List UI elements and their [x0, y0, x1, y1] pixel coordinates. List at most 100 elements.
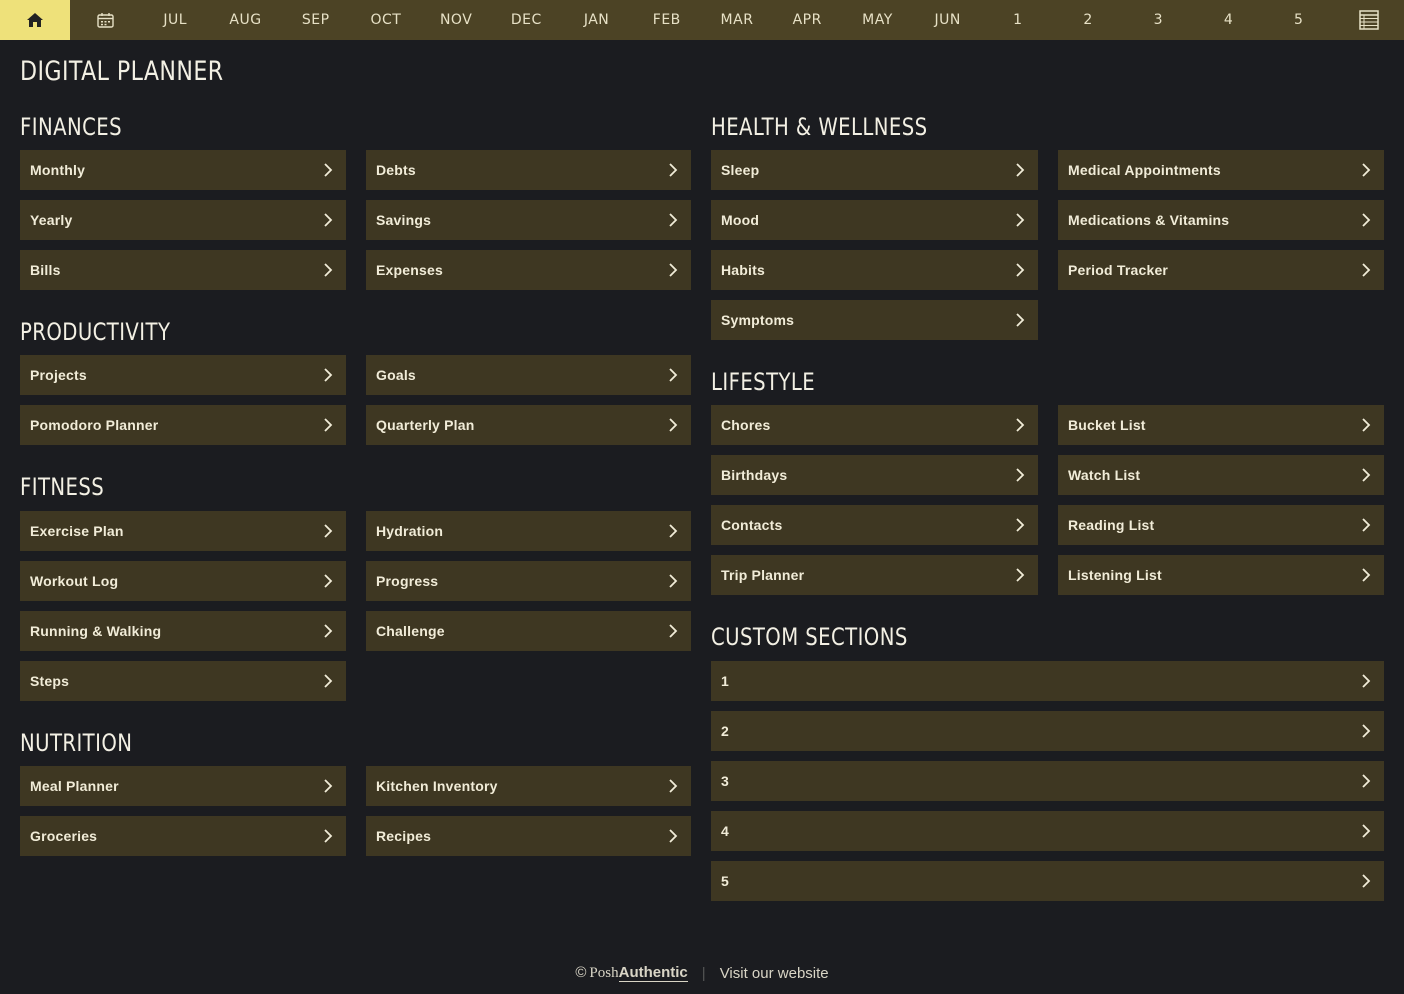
link-habits[interactable]: Habits [711, 250, 1038, 290]
link-trip-planner[interactable]: Trip Planner [711, 555, 1038, 595]
nav-number-4[interactable]: 4 [1193, 0, 1263, 40]
brand-posh: Posh [589, 965, 619, 981]
chevron-right-icon [1014, 467, 1026, 483]
nav-month-dec[interactable]: DEC [491, 0, 561, 40]
home-button[interactable] [0, 0, 70, 40]
link-projects[interactable]: Projects [20, 355, 346, 395]
brand-logo[interactable]: © Posh Authentic [575, 964, 688, 982]
link-workout-log[interactable]: Workout Log [20, 561, 346, 601]
home-icon [26, 13, 43, 27]
link-kitchen-inventory[interactable]: Kitchen Inventory [366, 766, 691, 806]
link-monthly[interactable]: Monthly [20, 150, 346, 190]
link-contacts[interactable]: Contacts [711, 505, 1038, 545]
link-quarterly-plan[interactable]: Quarterly Plan [366, 405, 691, 445]
chevron-right-icon [667, 523, 679, 539]
chevron-right-icon [1014, 567, 1026, 583]
link-custom-4[interactable]: 4 [711, 811, 1384, 851]
link-exercise-plan[interactable]: Exercise Plan [20, 511, 346, 551]
nav-number-2[interactable]: 2 [1053, 0, 1123, 40]
nav-month-nov[interactable]: NOV [421, 0, 491, 40]
link-hydration[interactable]: Hydration [366, 511, 691, 551]
chevron-right-icon [322, 623, 334, 639]
link-label: Watch List [1068, 467, 1141, 483]
link-label: Progress [376, 573, 439, 589]
nav-number-5[interactable]: 5 [1264, 0, 1334, 40]
nav-month-jun[interactable]: JUN [913, 0, 983, 40]
chevron-right-icon [1360, 212, 1372, 228]
nav-month-may[interactable]: MAY [842, 0, 912, 40]
link-label: Monthly [30, 162, 86, 178]
nav-month-aug[interactable]: AUG [210, 0, 280, 40]
link-sleep[interactable]: Sleep [711, 150, 1038, 190]
link-listening-list[interactable]: Listening List [1058, 555, 1384, 595]
link-label: Exercise Plan [30, 523, 124, 539]
link-running-walking[interactable]: Running & Walking [20, 611, 346, 651]
chevron-right-icon [322, 828, 334, 844]
link-label: Hydration [376, 523, 444, 539]
link-reading-list[interactable]: Reading List [1058, 505, 1384, 545]
chevron-right-icon [1014, 262, 1026, 278]
link-birthdays[interactable]: Birthdays [711, 455, 1038, 495]
chevron-right-icon [667, 212, 679, 228]
link-chores[interactable]: Chores [711, 405, 1038, 445]
nav-month-jan[interactable]: JAN [561, 0, 631, 40]
nav-month-mar[interactable]: MAR [702, 0, 772, 40]
chevron-right-icon [667, 417, 679, 433]
chevron-right-icon [667, 623, 679, 639]
chevron-right-icon [1360, 823, 1372, 839]
nav-month-sep[interactable]: SEP [281, 0, 351, 40]
link-medications-vitamins[interactable]: Medications & Vitamins [1058, 200, 1384, 240]
link-watch-list[interactable]: Watch List [1058, 455, 1384, 495]
chevron-right-icon [322, 778, 334, 794]
nav-month-apr[interactable]: APR [772, 0, 842, 40]
link-custom-3[interactable]: 3 [711, 761, 1384, 801]
link-label: Quarterly Plan [376, 417, 475, 433]
link-label: Kitchen Inventory [376, 778, 498, 794]
link-debts[interactable]: Debts [366, 150, 691, 190]
link-recipes[interactable]: Recipes [366, 816, 691, 856]
copyright-symbol: © [575, 964, 587, 981]
link-label: Yearly [30, 212, 73, 228]
chevron-right-icon [1014, 417, 1026, 433]
link-mood[interactable]: Mood [711, 200, 1038, 240]
link-meal-planner[interactable]: Meal Planner [20, 766, 346, 806]
link-expenses[interactable]: Expenses [366, 250, 691, 290]
link-period-tracker[interactable]: Period Tracker [1058, 250, 1384, 290]
link-medical-appointments[interactable]: Medical Appointments [1058, 150, 1384, 190]
nav-number-3[interactable]: 3 [1123, 0, 1193, 40]
nav-number-1[interactable]: 1 [983, 0, 1053, 40]
link-goals[interactable]: Goals [366, 355, 691, 395]
chevron-right-icon [322, 673, 334, 689]
link-progress[interactable]: Progress [366, 561, 691, 601]
link-groceries[interactable]: Groceries [20, 816, 346, 856]
link-steps[interactable]: Steps [20, 661, 346, 701]
link-pomodoro-planner[interactable]: Pomodoro Planner [20, 405, 346, 445]
chevron-right-icon [1360, 467, 1372, 483]
calendar-button[interactable] [70, 0, 140, 40]
link-label: Goals [376, 367, 416, 383]
chevron-right-icon [667, 573, 679, 589]
link-custom-5[interactable]: 5 [711, 861, 1384, 901]
link-bucket-list[interactable]: Bucket List [1058, 405, 1384, 445]
chevron-right-icon [667, 367, 679, 383]
link-savings[interactable]: Savings [366, 200, 691, 240]
visit-website-link[interactable]: Visit our website [720, 965, 829, 982]
nav-month-feb[interactable]: FEB [632, 0, 702, 40]
link-custom-1[interactable]: 1 [711, 661, 1384, 701]
chevron-right-icon [1014, 212, 1026, 228]
link-challenge[interactable]: Challenge [366, 611, 691, 651]
top-navigation: JUL AUG SEP OCT NOV DEC JAN FEB MAR APR … [0, 0, 1404, 40]
chevron-right-icon [322, 417, 334, 433]
link-label: Projects [30, 367, 87, 383]
notes-button[interactable] [1334, 0, 1404, 40]
link-label: 1 [721, 673, 729, 689]
chevron-right-icon [1014, 517, 1026, 533]
link-label: Challenge [376, 623, 445, 639]
link-symptoms[interactable]: Symptoms [711, 300, 1038, 340]
nav-month-jul[interactable]: JUL [140, 0, 210, 40]
link-custom-2[interactable]: 2 [711, 711, 1384, 751]
link-bills[interactable]: Bills [20, 250, 346, 290]
chevron-right-icon [667, 162, 679, 178]
link-yearly[interactable]: Yearly [20, 200, 346, 240]
nav-month-oct[interactable]: OCT [351, 0, 421, 40]
